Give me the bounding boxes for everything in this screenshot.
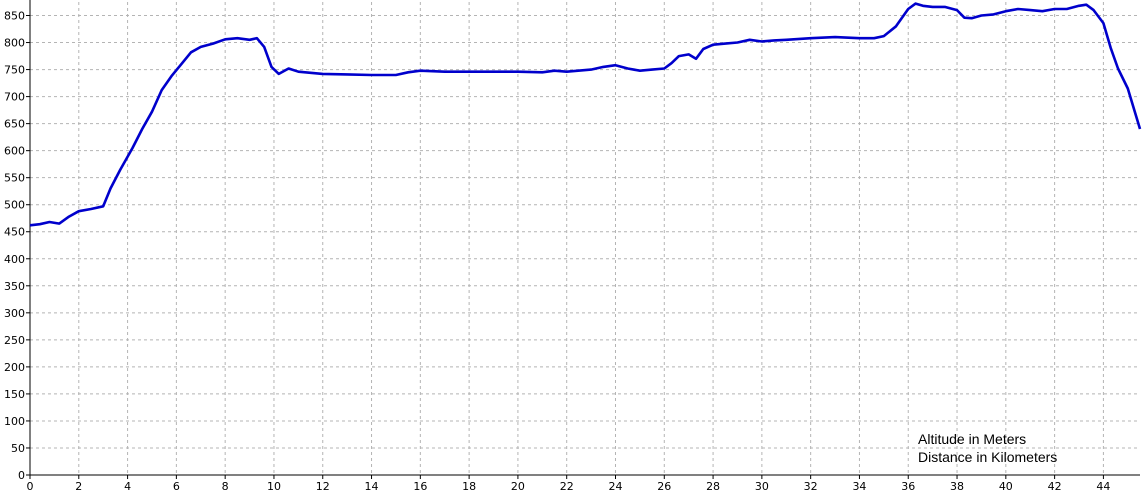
x-tick-label: 44 xyxy=(1096,480,1110,493)
chart-svg: 0501001502002503003504004505005506006507… xyxy=(4,0,1142,493)
x-tick-label: 22 xyxy=(560,480,574,493)
x-tick-label: 36 xyxy=(901,480,915,493)
y-tick-label: 450 xyxy=(4,226,25,239)
y-tick-label: 150 xyxy=(4,388,25,401)
y-tick-label: 200 xyxy=(4,361,25,374)
x-tick-label: 16 xyxy=(413,480,427,493)
y-tick-label: 650 xyxy=(4,118,25,131)
x-tick-label: 30 xyxy=(755,480,769,493)
x-tick-label: 8 xyxy=(222,480,229,493)
legend-distance-label: Distance in Kilometers xyxy=(918,449,1057,465)
x-tick-label: 34 xyxy=(852,480,866,493)
y-tick-label: 600 xyxy=(4,145,25,158)
y-tick-label: 700 xyxy=(4,91,25,104)
x-tick-label: 40 xyxy=(999,480,1013,493)
y-tick-label: 850 xyxy=(4,10,25,23)
y-tick-label: 550 xyxy=(4,172,25,185)
y-tick-label: 0 xyxy=(18,469,25,482)
y-tick-label: 50 xyxy=(11,442,25,455)
y-tick-label: 500 xyxy=(4,199,25,212)
x-tick-label: 26 xyxy=(657,480,671,493)
x-tick-label: 38 xyxy=(950,480,964,493)
x-tick-label: 32 xyxy=(804,480,818,493)
x-tick-label: 2 xyxy=(75,480,82,493)
y-tick-label: 750 xyxy=(4,64,25,77)
y-tick-label: 100 xyxy=(4,415,25,428)
y-tick-label: 300 xyxy=(4,307,25,320)
x-tick-label: 10 xyxy=(267,480,281,493)
y-tick-label: 350 xyxy=(4,280,25,293)
x-tick-label: 18 xyxy=(462,480,476,493)
y-tick-label: 800 xyxy=(4,37,25,50)
x-tick-label: 6 xyxy=(173,480,180,493)
legend-altitude-label: Altitude in Meters xyxy=(918,431,1026,447)
x-tick-label: 12 xyxy=(316,480,330,493)
x-tick-label: 4 xyxy=(124,480,131,493)
x-tick-label: 42 xyxy=(1048,480,1062,493)
altitude-chart: 0 50 100 150 200 250 300 350 400 450 500 550 600 650 7… xyxy=(0,0,1142,494)
x-tick-label: 28 xyxy=(706,480,720,493)
x-tick-label: 20 xyxy=(511,480,525,493)
x-tick-label: 24 xyxy=(608,480,622,493)
x-tick-label: 14 xyxy=(365,480,379,493)
x-tick-label: 0 xyxy=(27,480,34,493)
y-tick-label: 400 xyxy=(4,253,25,266)
y-tick-label: 250 xyxy=(4,334,25,347)
